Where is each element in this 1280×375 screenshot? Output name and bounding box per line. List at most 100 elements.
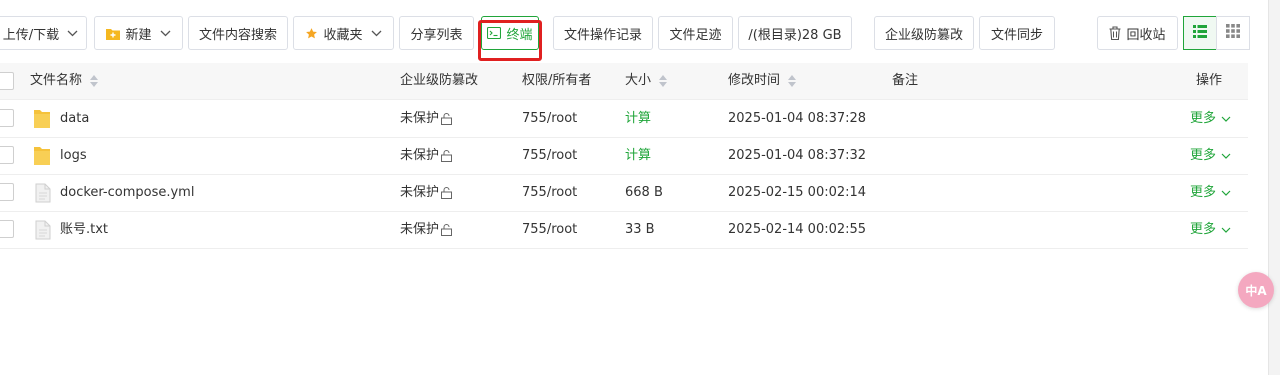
sort-icon bbox=[788, 75, 797, 87]
file-sync-button[interactable]: 文件同步 bbox=[979, 16, 1055, 50]
unlock-icon bbox=[441, 223, 453, 236]
column-size-label: 大小 bbox=[625, 73, 652, 88]
protect-status-label: 未保护 bbox=[400, 148, 440, 163]
translate-button[interactable]: 中A bbox=[1238, 272, 1274, 308]
permission-link[interactable]: 755/root bbox=[522, 100, 577, 137]
folder-icon bbox=[33, 100, 51, 137]
table-row[interactable]: 账号.txt 未保护 755/root 33 B 2025-02-14 00:0… bbox=[0, 211, 1248, 249]
protect-status[interactable]: 未保护 bbox=[400, 137, 453, 174]
tamper-proof-label: 企业级防篡改 bbox=[884, 27, 963, 43]
permission-link[interactable]: 755/root bbox=[522, 174, 577, 211]
file-name-link[interactable]: logs bbox=[60, 137, 87, 174]
operation-log-label: 文件操作记录 bbox=[563, 27, 642, 43]
scrollbar[interactable] bbox=[1268, 0, 1280, 375]
new-label: 新建 bbox=[125, 27, 152, 43]
unlock-icon bbox=[441, 112, 453, 125]
terminal-label: 终端 bbox=[506, 27, 533, 43]
row-checkbox[interactable] bbox=[0, 183, 14, 201]
favorites-label: 收藏夹 bbox=[323, 27, 363, 43]
recycle-bin-label: 回收站 bbox=[1126, 27, 1166, 43]
chevron-down-icon bbox=[371, 30, 382, 37]
share-list-button[interactable]: 分享列表 bbox=[399, 16, 474, 50]
row-checkbox[interactable] bbox=[0, 146, 14, 164]
column-mtime-header[interactable]: 修改时间 bbox=[728, 63, 797, 99]
toolbar: 上传/下载 新建 文件内容搜索 收藏夹 分享列表 终端 文件操作记录 文件足迹 … bbox=[0, 16, 1280, 52]
favorites-button[interactable]: 收藏夹 bbox=[293, 16, 394, 50]
more-label: 更多 bbox=[1190, 185, 1217, 200]
table-header: 文件名称 企业级防篡改 权限/所有者 大小 修改时间 备注 操作 bbox=[0, 63, 1248, 100]
recycle-bin-button[interactable]: 回收站 bbox=[1097, 16, 1178, 50]
more-menu-button[interactable]: 更多 bbox=[1190, 211, 1231, 248]
column-perm-header: 权限/所有者 bbox=[522, 63, 591, 99]
more-menu-button[interactable]: 更多 bbox=[1190, 137, 1231, 174]
table-row[interactable]: logs 未保护 755/root 计算 2025-01-04 08:37:32… bbox=[0, 137, 1248, 175]
footprint-button[interactable]: 文件足迹 bbox=[658, 16, 733, 50]
upload-download-button[interactable]: 上传/下载 bbox=[0, 16, 87, 50]
column-note-label: 备注 bbox=[892, 73, 919, 88]
new-folder-icon bbox=[106, 27, 121, 40]
content-search-button[interactable]: 文件内容搜索 bbox=[188, 16, 288, 50]
more-menu-button[interactable]: 更多 bbox=[1190, 174, 1231, 211]
file-sync-label: 文件同步 bbox=[990, 27, 1043, 43]
column-protect-label: 企业级防篡改 bbox=[400, 73, 479, 88]
file-name-link[interactable]: docker-compose.yml bbox=[60, 174, 194, 211]
terminal-icon bbox=[487, 27, 502, 39]
content-search-label: 文件内容搜索 bbox=[198, 27, 277, 43]
row-checkbox[interactable] bbox=[0, 220, 14, 238]
disk-path-button[interactable]: /(根目录)28 GB bbox=[738, 16, 852, 50]
footprint-label: 文件足迹 bbox=[669, 27, 722, 43]
more-menu-button[interactable]: 更多 bbox=[1190, 100, 1231, 137]
protect-status-label: 未保护 bbox=[400, 111, 440, 126]
table-row[interactable]: docker-compose.yml 未保护 755/root 668 B 20… bbox=[0, 174, 1248, 212]
chevron-down-icon bbox=[1221, 190, 1231, 196]
folder-icon bbox=[33, 137, 51, 174]
column-protect-header: 企业级防篡改 bbox=[400, 63, 478, 99]
file-name-link[interactable]: data bbox=[60, 100, 89, 137]
share-list-label: 分享列表 bbox=[410, 27, 463, 43]
permission-link[interactable]: 755/root bbox=[522, 137, 577, 174]
unlock-icon bbox=[441, 186, 453, 199]
new-button[interactable]: 新建 bbox=[94, 16, 183, 50]
file-size: 668 B bbox=[625, 185, 663, 200]
protect-status[interactable]: 未保护 bbox=[400, 211, 453, 248]
grid-view-icon bbox=[1226, 24, 1240, 42]
star-icon bbox=[305, 27, 318, 40]
operation-log-button[interactable]: 文件操作记录 bbox=[553, 16, 653, 50]
column-perm-label: 权限/所有者 bbox=[522, 73, 592, 88]
chevron-down-icon bbox=[160, 30, 171, 37]
file-size: 33 B bbox=[625, 222, 655, 237]
modified-time: 2025-02-14 00:02:55 bbox=[728, 222, 867, 237]
trash-icon bbox=[1109, 26, 1121, 40]
protect-status-label: 未保护 bbox=[400, 185, 440, 200]
sort-icon bbox=[659, 75, 668, 87]
column-note-header: 备注 bbox=[892, 63, 918, 99]
calc-size-link[interactable]: 计算 bbox=[625, 100, 651, 137]
chevron-down-icon bbox=[1221, 116, 1231, 122]
protect-status[interactable]: 未保护 bbox=[400, 174, 453, 211]
file-icon bbox=[35, 174, 51, 211]
file-name-link[interactable]: 账号.txt bbox=[60, 211, 108, 248]
more-label: 更多 bbox=[1190, 148, 1217, 163]
protect-status-label: 未保护 bbox=[400, 222, 440, 237]
column-mtime-label: 修改时间 bbox=[728, 73, 781, 88]
select-all-checkbox[interactable] bbox=[0, 72, 14, 90]
table-row[interactable]: data 未保护 755/root 计算 2025-01-04 08:37:28… bbox=[0, 100, 1248, 138]
row-checkbox[interactable] bbox=[0, 109, 14, 127]
column-size-header[interactable]: 大小 bbox=[625, 63, 668, 99]
column-name-label: 文件名称 bbox=[30, 73, 83, 88]
grid-view-button[interactable] bbox=[1216, 16, 1250, 50]
calc-size-link[interactable]: 计算 bbox=[625, 137, 651, 174]
tamper-proof-button[interactable]: 企业级防篡改 bbox=[874, 16, 974, 50]
column-ops-label: 操作 bbox=[1196, 73, 1223, 88]
list-view-button[interactable] bbox=[1183, 16, 1217, 50]
protect-status[interactable]: 未保护 bbox=[400, 100, 453, 137]
upload-download-label: 上传/下载 bbox=[2, 27, 60, 43]
column-name-header[interactable]: 文件名称 bbox=[30, 63, 99, 99]
chevron-down-icon bbox=[1221, 227, 1231, 233]
permission-link[interactable]: 755/root bbox=[522, 211, 577, 248]
translate-label: 中A bbox=[1245, 283, 1267, 298]
file-icon bbox=[35, 211, 51, 248]
disk-path-label: /(根目录)28 GB bbox=[748, 27, 842, 43]
terminal-button[interactable]: 终端 bbox=[481, 16, 539, 50]
column-ops-header: 操作 bbox=[1196, 63, 1222, 99]
